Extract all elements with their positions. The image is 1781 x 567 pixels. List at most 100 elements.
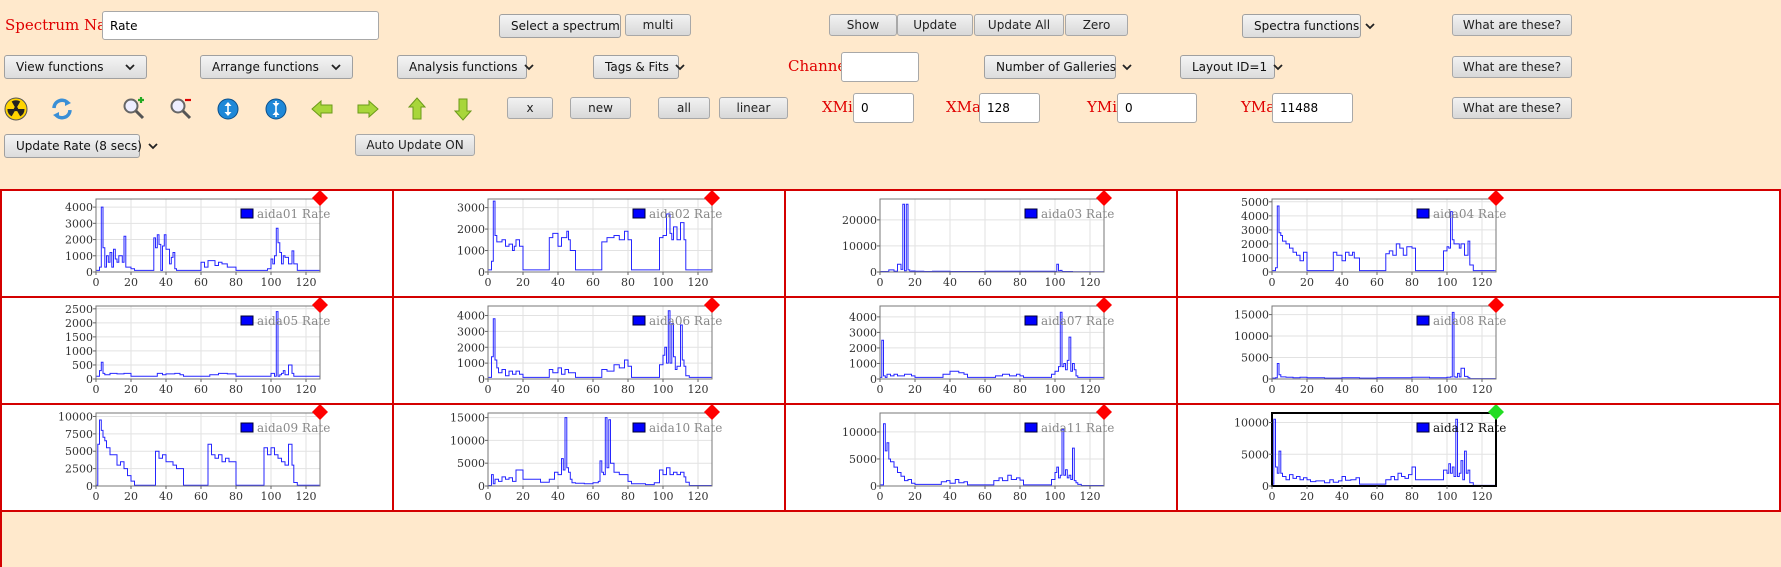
arrow-left-icon[interactable] xyxy=(309,96,335,122)
expand-vertical-icon[interactable] xyxy=(215,96,241,122)
xmin-input[interactable]: 0 xyxy=(853,93,914,123)
spectrum-panel[interactable]: 0 20 40 60 80 100 120 0 1000 2000 3000 4000 aida06 R… xyxy=(394,298,786,405)
y-tick-label: 0 xyxy=(86,266,93,279)
status-marker-red[interactable] xyxy=(312,298,328,313)
spectra-functions-dropdown[interactable]: Spectra functions xyxy=(1242,14,1375,38)
spectrum-chart[interactable]: 0 20 40 60 80 100 12001000200030004000 aida07 R… xyxy=(786,298,1178,403)
spectrum-panel[interactable]: 0 20 40 60 80 100 120 0 5000 10000 15000 aida10 Rat… xyxy=(394,405,786,512)
x-tick-label: 20 xyxy=(1300,276,1314,289)
spectrum-panel[interactable]: 0 20 40 60 80 100 120 0 1000 2000 3000 4000 5000 aida… xyxy=(1178,191,1781,298)
spectrum-chart[interactable]: 0 20 40 60 80 100 120 0 1000 2000 3000 aida02 Rate xyxy=(394,191,786,296)
number-of-galleries-dropdown[interactable]: Number of Galleries xyxy=(984,55,1132,79)
layout-dropdown[interactable]: Layout ID=1 xyxy=(1180,55,1283,79)
x-tick-label: 20 xyxy=(516,383,530,396)
what-are-these-button-2[interactable]: What are these? xyxy=(1452,56,1572,78)
what-are-these-button-3[interactable]: What are these? xyxy=(1452,97,1572,119)
spectrum-chart[interactable]: 0 20 40 60 80 100 120 010002000300040005000 aida… xyxy=(1178,191,1570,296)
spectrum-chart[interactable]: 0 20 40 60 80 100 120 0 5000 10000 aida12 Rate xyxy=(1178,405,1570,510)
zero-button[interactable]: Zero xyxy=(1065,14,1128,36)
ymax-input[interactable]: 11488 xyxy=(1272,93,1353,123)
spectrum-panel[interactable]: 0 20 40 60 80 100 120 0 5000 10000 15000 aida08 Rat… xyxy=(1178,298,1781,405)
arrange-functions-label: Arrange functions xyxy=(212,60,319,74)
what-are-these-button-1[interactable]: What are these? xyxy=(1452,14,1572,36)
zoom-in-icon[interactable] xyxy=(121,96,147,122)
x-tick-label: 120 xyxy=(296,383,317,396)
spectrum-panel[interactable]: 0 20 40 60 80 100 120 0 1000 2000 3000 aida02 Rate xyxy=(394,191,786,298)
status-marker-red[interactable] xyxy=(704,298,720,313)
x-tick-label: 20 xyxy=(1300,383,1314,396)
spectrum-chart[interactable]: 0 20 40 60 80 100 12001000200030004000 aida01 R… xyxy=(2,191,394,296)
new-button[interactable]: new xyxy=(570,97,631,119)
y-tick-label: 0 xyxy=(870,480,877,493)
x-tick-label: 100 xyxy=(653,383,674,396)
linear-button[interactable]: linear xyxy=(719,97,788,119)
x-button[interactable]: x xyxy=(507,97,553,119)
status-marker-red[interactable] xyxy=(1096,191,1112,206)
y-tick-label: 3000 xyxy=(1241,224,1269,237)
status-marker-red[interactable] xyxy=(312,405,328,420)
spectrum-chart[interactable]: 0 20 40 60 80 100 120 0 5000 10000 15000 aida10 Rat… xyxy=(394,405,786,510)
update-button[interactable]: Update xyxy=(897,14,973,36)
show-button[interactable]: Show xyxy=(829,14,897,36)
spectrum-chart[interactable]: 0 20 40 60 80 100 12001000200030004000 aida06 R… xyxy=(394,298,786,403)
refresh-icon[interactable] xyxy=(49,96,75,122)
select-spectrum-dropdown[interactable]: Select a spectrum xyxy=(499,14,636,38)
update-all-button[interactable]: Update All xyxy=(974,14,1064,36)
spectrum-chart[interactable]: 0 20 40 60 80 100 120 05001000150020002500 aida0… xyxy=(2,298,394,403)
arrow-right-icon[interactable] xyxy=(355,96,381,122)
spectrum-panel[interactable]: 0 20 40 60 80 100 120 0 1000 2000 3000 4000 aida01 R… xyxy=(2,191,394,298)
y-tick-label: 4000 xyxy=(457,310,485,323)
y-tick-label: 10000 xyxy=(1234,417,1269,430)
xmax-input[interactable]: 128 xyxy=(979,93,1040,123)
legend-swatch xyxy=(1024,208,1038,219)
spectrum-panel[interactable]: 0 20 40 60 80 100 120 0 1000 2000 3000 4000 aida07 R… xyxy=(786,298,1178,405)
arrow-up-icon[interactable] xyxy=(404,96,430,122)
view-functions-dropdown[interactable]: View functions xyxy=(4,55,147,79)
spectrum-chart[interactable]: 0 20 40 60 80 100 120 0 5000 10000 15000 aida08 Rat… xyxy=(1178,298,1570,403)
x-tick-label: 40 xyxy=(943,276,957,289)
arrow-down-icon[interactable] xyxy=(450,96,476,122)
status-marker-red[interactable] xyxy=(704,191,720,206)
number-of-galleries-label: Number of Galleries xyxy=(996,60,1117,74)
multi-button[interactable]: multi xyxy=(625,14,691,36)
status-marker-red[interactable] xyxy=(1488,298,1504,313)
all-button[interactable]: all xyxy=(658,97,710,119)
spectrum-chart[interactable]: 0 20 40 60 80 100 120 0 10000 20000 aida03 Rate xyxy=(786,191,1178,296)
zoom-out-icon[interactable] xyxy=(168,96,194,122)
spectrum-chart[interactable]: 0 20 40 60 80 100 120 0 2500 5000 7500 10000 aida09 … xyxy=(2,405,394,510)
arrange-functions-dropdown[interactable]: Arrange functions xyxy=(200,55,353,79)
y-tick-label: 0 xyxy=(1262,266,1269,279)
chevron-down-icon xyxy=(1122,61,1132,73)
tags-fits-dropdown[interactable]: Tags & Fits xyxy=(593,55,685,79)
spectrum-panel[interactable]: 0 20 40 60 80 100 120 0 5000 10000 aida12 Rate xyxy=(1178,405,1781,512)
update-rate-dropdown[interactable]: Update Rate (8 secs) xyxy=(4,134,158,158)
spectrum-panel[interactable]: 0 20 40 60 80 100 120 0 10000 20000 aida03 Rate xyxy=(786,191,1178,298)
view-functions-label: View functions xyxy=(16,60,104,74)
spectrum-name-input[interactable]: Rate xyxy=(102,11,379,40)
status-marker-red[interactable] xyxy=(1488,191,1504,206)
channel-input[interactable] xyxy=(841,52,919,82)
analysis-functions-dropdown[interactable]: Analysis functions xyxy=(397,55,534,79)
spectrum-panel[interactable]: 0 20 40 60 80 100 120 0 500 1000 1500 2000 2500 aida0… xyxy=(2,298,394,405)
status-marker-red[interactable] xyxy=(312,191,328,206)
radiation-icon[interactable] xyxy=(3,96,29,122)
x-tick-label: 40 xyxy=(551,490,565,503)
x-tick-label: 60 xyxy=(586,276,600,289)
y-tick-label: 0 xyxy=(870,266,877,279)
x-tick-label: 0 xyxy=(1269,490,1276,503)
chevron-down-icon xyxy=(330,61,342,73)
status-marker-red[interactable] xyxy=(1096,405,1112,420)
compress-vertical-icon[interactable] xyxy=(263,96,289,122)
spectrum-chart[interactable]: 0 20 40 60 80 100 120 0 5000 10000 aida11 Rate xyxy=(786,405,1178,510)
auto-update-button[interactable]: Auto Update ON xyxy=(355,134,475,156)
status-marker-red[interactable] xyxy=(1096,298,1112,313)
spectrum-panel[interactable]: 0 20 40 60 80 100 120 0 2500 5000 7500 10000 aida09 … xyxy=(2,405,394,512)
ymin-input[interactable]: 0 xyxy=(1117,93,1197,123)
update-rate-label: Update Rate (8 secs) xyxy=(16,139,142,153)
y-tick-label: 0 xyxy=(1262,480,1269,493)
x-tick-label: 80 xyxy=(1405,276,1419,289)
status-marker-green[interactable] xyxy=(1488,405,1504,420)
spectrum-panel[interactable]: 0 20 40 60 80 100 120 0 5000 10000 aida11 Rate xyxy=(786,405,1178,512)
x-tick-label: 100 xyxy=(1437,490,1458,503)
x-tick-label: 60 xyxy=(194,383,208,396)
